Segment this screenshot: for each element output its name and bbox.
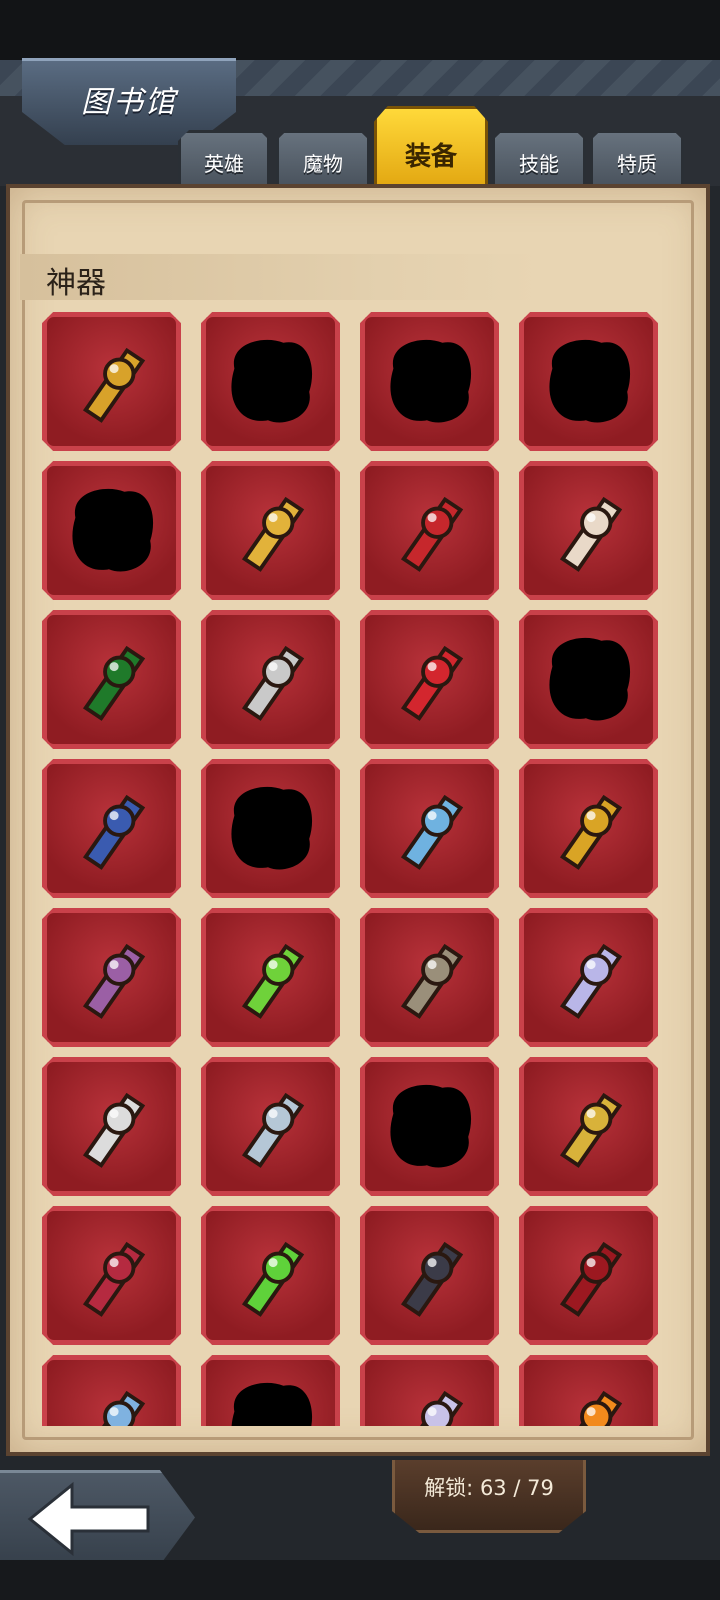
item-slot[interactable] xyxy=(360,1355,499,1426)
crimson-battle-axe-icon xyxy=(82,1241,146,1317)
item-slot[interactable] xyxy=(519,1057,658,1196)
bottom-bar xyxy=(0,1560,720,1600)
item-slot[interactable] xyxy=(519,908,658,1047)
tab-equipment[interactable]: 装备 xyxy=(374,106,488,193)
item-slot[interactable] xyxy=(519,461,658,600)
item-slot[interactable] xyxy=(360,908,499,1047)
page-title: 图书馆 xyxy=(81,85,177,120)
tab-traits[interactable]: 特质 xyxy=(590,130,684,191)
item-slot[interactable] xyxy=(360,759,499,898)
item-slot[interactable] xyxy=(42,312,181,451)
back-button[interactable] xyxy=(0,1470,195,1565)
golden-hood-icon xyxy=(241,496,305,572)
locked-item-silhouette-icon xyxy=(549,339,631,423)
locked-item-silhouette-icon xyxy=(231,786,313,870)
item-slot[interactable] xyxy=(42,759,181,898)
green-aura-dagger-icon xyxy=(82,1092,146,1168)
unlock-counter: 解锁: 63 / 79 xyxy=(392,1460,586,1533)
shadow-curved-blade-icon xyxy=(400,1241,464,1317)
stone-hammer-icon xyxy=(400,943,464,1019)
red-fur-cloak-icon xyxy=(400,496,464,572)
item-slot[interactable] xyxy=(519,312,658,451)
red-jeweled-book-icon xyxy=(400,645,464,721)
blue-claw-gauntlet-icon xyxy=(400,794,464,870)
item-slot[interactable] xyxy=(201,1206,340,1345)
tab-monsters[interactable]: 魔物 xyxy=(276,130,370,191)
item-slot[interactable] xyxy=(519,1206,658,1345)
item-slot[interactable] xyxy=(201,312,340,451)
jeweled-scepter-icon xyxy=(82,794,146,870)
item-slot[interactable] xyxy=(360,610,499,749)
section-header: 神器 xyxy=(20,254,540,301)
equipment-grid[interactable] xyxy=(40,310,680,1426)
lightning-spear-icon xyxy=(559,1092,623,1168)
top-status-bar xyxy=(0,0,720,60)
item-slot[interactable] xyxy=(201,1057,340,1196)
crystal-cluster-icon xyxy=(400,1390,464,1426)
item-slot[interactable] xyxy=(201,1355,340,1426)
golden-gauntlet-icon xyxy=(559,794,623,870)
item-slot[interactable] xyxy=(201,759,340,898)
item-slot[interactable] xyxy=(42,610,181,749)
tab-heroes[interactable]: 英雄 xyxy=(178,130,270,191)
item-slot[interactable] xyxy=(201,461,340,600)
item-slot[interactable] xyxy=(42,1355,181,1426)
fire-orb-icon xyxy=(559,1390,623,1426)
green-glowing-blade-icon xyxy=(241,1241,305,1317)
locked-item-silhouette-icon xyxy=(72,488,154,572)
green-dragon-armor-icon xyxy=(82,645,146,721)
purple-wizard-hat-icon xyxy=(82,943,146,1019)
blue-robe-icon xyxy=(559,496,623,572)
tab-skills[interactable]: 技能 xyxy=(492,130,586,191)
silver-knight-helmet-icon xyxy=(241,645,305,721)
item-slot[interactable] xyxy=(42,461,181,600)
item-slot[interactable] xyxy=(201,908,340,1047)
item-slot[interactable] xyxy=(519,610,658,749)
section-title: 神器 xyxy=(46,266,106,301)
item-slot[interactable] xyxy=(201,610,340,749)
item-slot[interactable] xyxy=(519,1355,658,1426)
locked-item-silhouette-icon xyxy=(390,1084,472,1168)
blue-flower-staff-icon xyxy=(82,1390,146,1426)
item-slot[interactable] xyxy=(360,1057,499,1196)
unlock-counter-text: 解锁: 63 / 79 xyxy=(424,1476,554,1500)
skull-trident-icon xyxy=(241,1092,305,1168)
locked-item-silhouette-icon xyxy=(390,339,472,423)
item-slot[interactable] xyxy=(42,1206,181,1345)
item-slot[interactable] xyxy=(360,1206,499,1345)
locked-item-silhouette-icon xyxy=(231,339,313,423)
item-slot[interactable] xyxy=(360,461,499,600)
green-flame-scythe-icon xyxy=(241,943,305,1019)
locked-item-silhouette-icon xyxy=(231,1383,312,1426)
back-arrow-icon xyxy=(27,1481,150,1557)
locked-item-silhouette-icon xyxy=(549,637,631,721)
golden-winged-mace-icon xyxy=(82,347,146,423)
item-slot[interactable] xyxy=(42,1057,181,1196)
item-slot[interactable] xyxy=(42,908,181,1047)
blood-red-sword-icon xyxy=(559,1241,623,1317)
crystal-sword-icon xyxy=(559,943,623,1019)
item-slot[interactable] xyxy=(519,759,658,898)
item-slot[interactable] xyxy=(360,312,499,451)
